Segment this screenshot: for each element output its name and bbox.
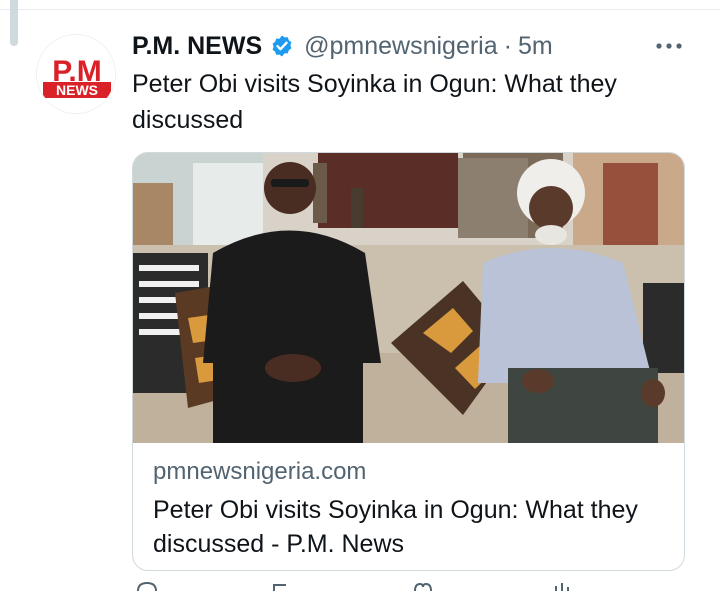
- tweet-header: P.M. NEWS @pmnewsnigeria · 5m: [132, 30, 553, 62]
- timestamp[interactable]: 5m: [518, 32, 553, 61]
- views-icon[interactable]: [552, 582, 574, 591]
- card-image[interactable]: [133, 153, 684, 443]
- like-icon[interactable]: [412, 582, 434, 591]
- verified-badge-icon[interactable]: [270, 34, 294, 58]
- tweet-text: Peter Obi visits Soyinka in Ogun: What t…: [132, 70, 617, 134]
- tweet-actions: [132, 582, 692, 591]
- link-card[interactable]: pmnewsnigeria.com Peter Obi visits Soyin…: [132, 152, 685, 571]
- author-handle[interactable]: @pmnewsnigeria: [304, 32, 498, 61]
- more-horizontal-icon[interactable]: [654, 36, 684, 56]
- card-title: Peter Obi visits Soyinka in Ogun: What t…: [153, 496, 638, 558]
- pm-news-logo-icon: P.M NEWS: [37, 35, 115, 113]
- photo-two-men-on-sofa-icon: [133, 153, 684, 443]
- separator-dot: ·: [503, 31, 512, 60]
- thread-connector-line: [10, 0, 18, 46]
- top-divider: [0, 0, 720, 10]
- retweet-icon[interactable]: [272, 582, 294, 591]
- author-name[interactable]: P.M. NEWS: [132, 32, 262, 61]
- avatar-logo-bottom-text: NEWS: [56, 82, 98, 98]
- card-domain: pmnewsnigeria.com: [153, 458, 367, 485]
- avatar[interactable]: P.M NEWS: [36, 34, 116, 114]
- reply-icon[interactable]: [136, 582, 158, 591]
